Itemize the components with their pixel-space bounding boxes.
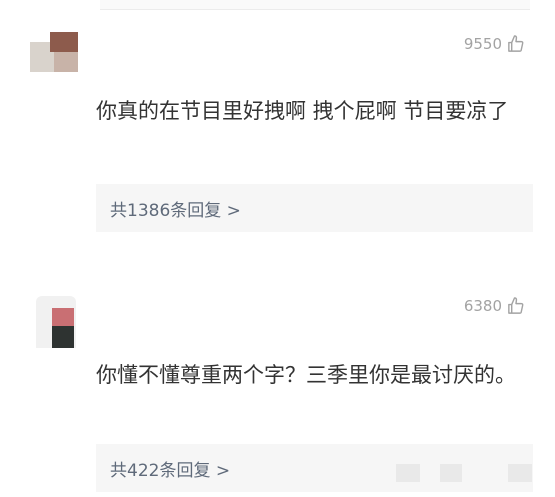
divider: [100, 0, 530, 10]
view-replies-button[interactable]: 共422条回复 >: [96, 444, 533, 492]
comment-text: 你懂不懂尊重两个字？三季里你是最讨厌的。: [96, 363, 516, 387]
view-replies-button[interactable]: 共1386条回复 >: [96, 184, 533, 232]
watermark: [508, 464, 532, 482]
avatar[interactable]: [36, 296, 76, 348]
thumbs-up-icon: [508, 297, 524, 314]
reply-count-label: 共422条回复 >: [110, 460, 231, 481]
like-button[interactable]: 6380: [464, 296, 525, 315]
watermark: [440, 464, 462, 482]
like-count: 6380: [463, 296, 502, 315]
like-button[interactable]: 9550: [464, 34, 525, 53]
avatar[interactable]: [30, 32, 78, 72]
like-count: 9550: [463, 34, 502, 53]
thumbs-up-icon: [508, 35, 524, 52]
reply-count-label: 共1386条回复 >: [110, 200, 241, 221]
watermark: [396, 464, 420, 482]
comment-text: 你真的在节目里好拽啊 拽个屁啊 节目要凉了: [96, 99, 509, 123]
